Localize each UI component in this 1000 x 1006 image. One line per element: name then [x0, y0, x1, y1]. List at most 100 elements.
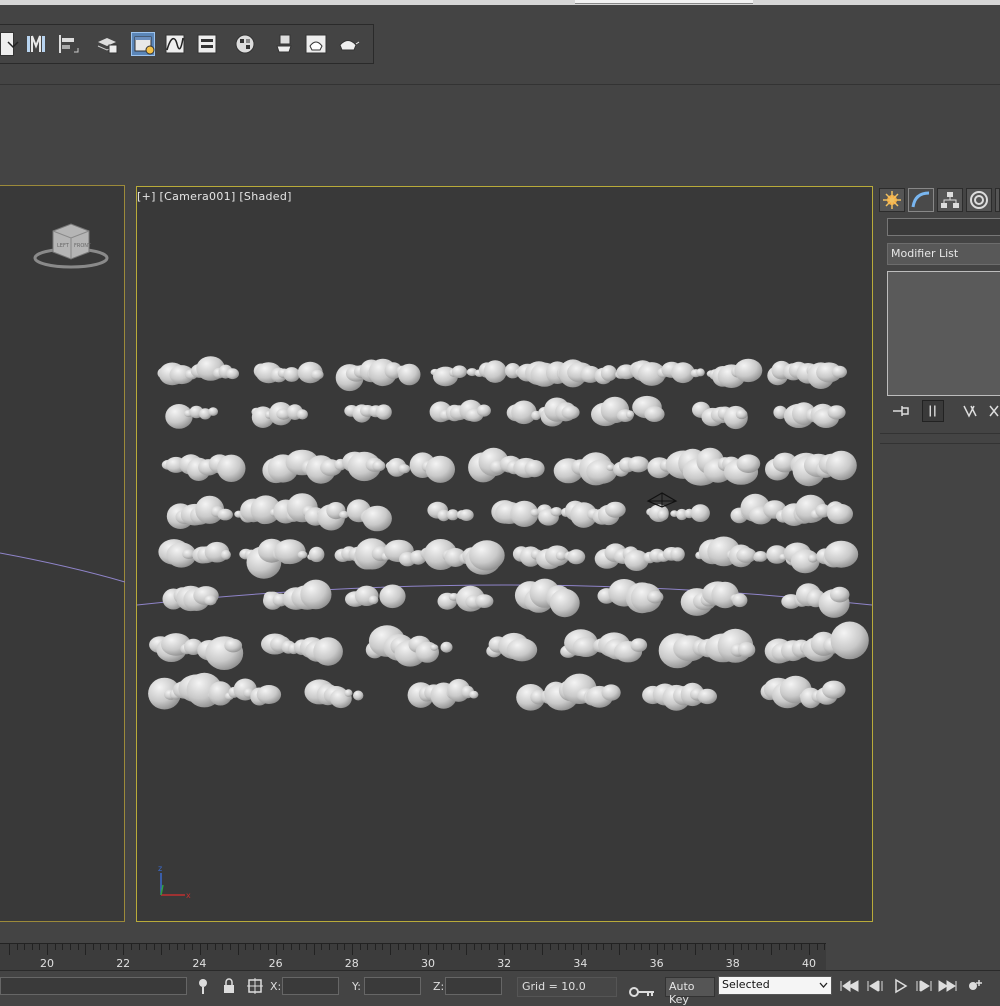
- timeline-tick: [153, 944, 155, 950]
- left-viewport[interactable]: LEFT FRONT: [0, 185, 125, 922]
- mirror-icon[interactable]: [24, 32, 48, 56]
- cloud-puff: [561, 405, 580, 420]
- time-slider-track[interactable]: 20 22 24 26 28 30 32 34 36 38 40: [0, 943, 826, 971]
- cloud-object: [646, 504, 710, 522]
- timeline-tick: [298, 944, 300, 950]
- panel-divider: [880, 433, 1000, 434]
- timeline-tick: [47, 944, 49, 955]
- x-coord-field[interactable]: [282, 977, 339, 995]
- cloud-object: [261, 633, 343, 666]
- cloud-object: [516, 673, 621, 711]
- x-coord-label: X:: [270, 980, 282, 993]
- timeline-tick: [755, 944, 757, 950]
- create-icon[interactable]: [879, 188, 905, 212]
- y-coord-field[interactable]: [364, 977, 421, 995]
- timeline-tick: [108, 944, 110, 950]
- cloud-puff: [830, 621, 869, 660]
- render-setup-icon[interactable]: [272, 32, 296, 56]
- cloud-puff: [753, 551, 768, 562]
- pin-stack-icon[interactable]: [890, 400, 912, 422]
- timeline-tick-label: 28: [344, 957, 359, 970]
- timeline-tick: [268, 944, 270, 950]
- material-editor-icon[interactable]: [233, 32, 257, 56]
- cloud-object: [594, 360, 685, 386]
- key-filters-icon[interactable]: [965, 976, 987, 996]
- absolute-mode-icon[interactable]: [245, 976, 265, 996]
- next-frame-icon[interactable]: [913, 976, 935, 996]
- cloud-object: [468, 447, 545, 483]
- previous-frame-icon[interactable]: [864, 976, 886, 996]
- timeline-tick: [397, 944, 399, 950]
- svg-text:x: x: [186, 891, 191, 900]
- cloud-puff: [567, 549, 586, 565]
- cloud-object: [766, 540, 859, 574]
- timeline-tick: [694, 944, 696, 955]
- modifier-stack[interactable]: [887, 271, 1000, 396]
- remove-modifier-icon[interactable]: [984, 400, 1000, 422]
- hierarchy-icon[interactable]: [937, 188, 963, 212]
- cloud-puff: [627, 456, 649, 473]
- set-key-icon[interactable]: [628, 985, 656, 999]
- cloud-object: [730, 493, 853, 526]
- cloud-object: [594, 543, 685, 571]
- cloud-puff: [310, 369, 324, 380]
- cloud-puff: [644, 406, 665, 422]
- make-unique-icon[interactable]: [960, 400, 982, 422]
- scene-explorer-icon[interactable]: [131, 32, 155, 56]
- cloud-puff: [459, 509, 474, 521]
- auto-key-button[interactable]: Auto Key: [665, 977, 715, 1006]
- timeline-tick: [565, 944, 567, 950]
- cloud-puff: [297, 550, 308, 559]
- timeline-tick-label: 34: [573, 957, 588, 970]
- dropdown-arrow-icon[interactable]: [0, 32, 19, 56]
- cloud-puff: [483, 360, 507, 383]
- align-icon[interactable]: [56, 32, 80, 56]
- title-search-field[interactable]: [575, 0, 753, 4]
- timeline-tick: [656, 944, 658, 955]
- go-to-start-icon[interactable]: [838, 976, 860, 996]
- camera-viewport[interactable]: [+] [Camera001] [Shaded] z x: [136, 186, 873, 922]
- motion-icon[interactable]: [966, 188, 992, 212]
- timeline-tick: [77, 944, 79, 950]
- schematic-view-icon[interactable]: [195, 32, 219, 56]
- cloud-puff: [550, 507, 563, 517]
- title-bar-strip: [0, 0, 1000, 5]
- z-coord-field[interactable]: [445, 977, 502, 995]
- play-icon[interactable]: [890, 976, 912, 996]
- timeline-tick: [24, 944, 26, 950]
- cloud-puff: [697, 688, 717, 705]
- timeline-tick: [763, 944, 765, 950]
- cloud-object: [430, 360, 507, 387]
- layer-manager-icon[interactable]: [95, 32, 119, 56]
- cloud-puff: [647, 590, 664, 604]
- timeline-tick: [588, 944, 590, 950]
- timeline-tick: [428, 944, 430, 955]
- timeline-tick: [687, 944, 689, 950]
- cloud-object: [165, 404, 218, 429]
- chevron-down-icon: [819, 982, 828, 988]
- timeline-tick-label: 40: [802, 957, 816, 970]
- isolate-selection-icon[interactable]: [193, 976, 213, 996]
- cloud-puff: [524, 460, 545, 478]
- prompt-line[interactable]: [0, 977, 187, 995]
- selection-set-dropdown[interactable]: Selected: [718, 976, 832, 995]
- rendered-frame-icon[interactable]: [304, 32, 328, 56]
- curve-editor-icon[interactable]: [163, 32, 187, 56]
- svg-text:z: z: [158, 864, 162, 873]
- timeline-tick: [534, 944, 536, 950]
- timeline-tick: [146, 944, 148, 950]
- go-to-end-icon[interactable]: [937, 976, 959, 996]
- cloud-object: [647, 447, 761, 486]
- show-end-result-icon[interactable]: [922, 400, 944, 422]
- object-name-field[interactable]: [887, 218, 1000, 236]
- render-icon[interactable]: [336, 32, 360, 56]
- timeline-tick-label: 22: [116, 957, 131, 970]
- modifier-list-dropdown[interactable]: Modifier List: [887, 243, 1000, 265]
- modify-icon[interactable]: [908, 188, 934, 212]
- cloud-puff: [208, 407, 218, 416]
- timeline-tick: [626, 944, 628, 950]
- timeline-tick: [31, 944, 33, 950]
- display-tab[interactable]: [995, 188, 1000, 212]
- timeline-tick: [169, 944, 171, 950]
- selection-lock-icon[interactable]: [219, 976, 239, 996]
